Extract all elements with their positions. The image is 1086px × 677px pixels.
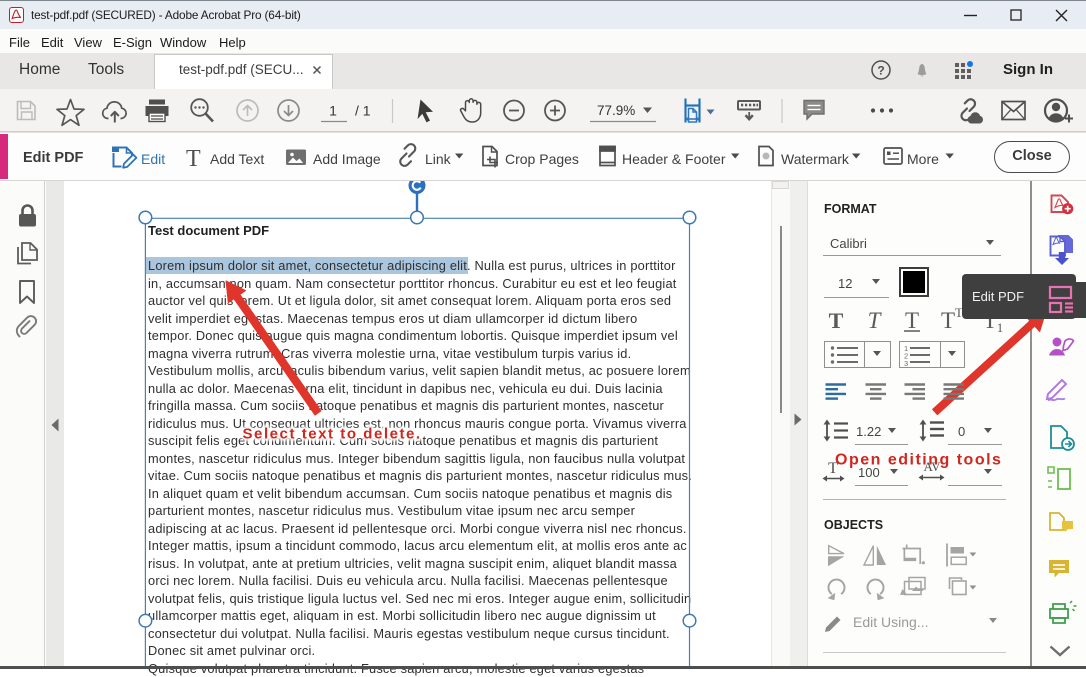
svg-text:Select text to delete.: Select text to delete. xyxy=(243,426,422,443)
svg-text:T: T xyxy=(905,308,919,333)
svg-text:AV: AV xyxy=(923,459,941,474)
svg-text:1: 1 xyxy=(997,320,1004,335)
svg-text:T: T xyxy=(941,308,955,333)
svg-text:T: T xyxy=(828,460,838,477)
svg-text:T: T xyxy=(868,308,883,333)
svg-text:T: T xyxy=(829,308,844,333)
